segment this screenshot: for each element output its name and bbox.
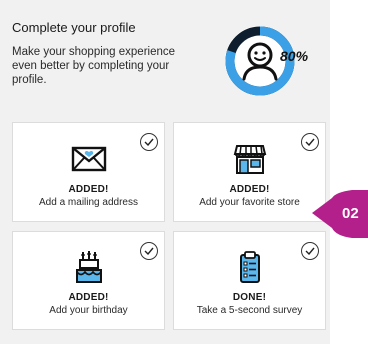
- card-survey[interactable]: DONE! Take a 5-second survey: [173, 231, 326, 330]
- store-icon: [174, 143, 325, 180]
- envelope-heart-icon: [13, 145, 164, 178]
- progress-percent: 80%: [280, 48, 309, 64]
- profile-completion-panel: Complete your profile Make your shopping…: [0, 0, 330, 344]
- card-favorite-store[interactable]: ADDED! Add your favorite store: [173, 122, 326, 222]
- card-label: Take a 5-second survey: [196, 305, 303, 316]
- card-status: ADDED!: [229, 184, 270, 195]
- card-status: DONE!: [232, 292, 267, 303]
- step-badge-shape: [312, 190, 368, 238]
- card-label: Add your favorite store: [199, 197, 300, 208]
- clipboard-survey-icon: [174, 250, 325, 289]
- card-mailing-address[interactable]: ADDED! Add a mailing address: [12, 122, 165, 222]
- card-label: Add a mailing address: [39, 197, 138, 208]
- card-birthday[interactable]: ADDED! Add your birthday: [12, 231, 165, 330]
- card-status: ADDED!: [68, 184, 109, 195]
- panel-description: Make your shopping experience even bette…: [12, 46, 176, 86]
- card-status: ADDED!: [68, 292, 109, 303]
- panel-title: Complete your profile: [12, 20, 136, 35]
- step-number: 02: [342, 205, 359, 222]
- profile-progress-ring: 80%: [220, 11, 330, 111]
- step-badge: 02: [312, 186, 368, 242]
- card-label: Add your birthday: [49, 305, 128, 316]
- birthday-cake-icon: [13, 250, 164, 289]
